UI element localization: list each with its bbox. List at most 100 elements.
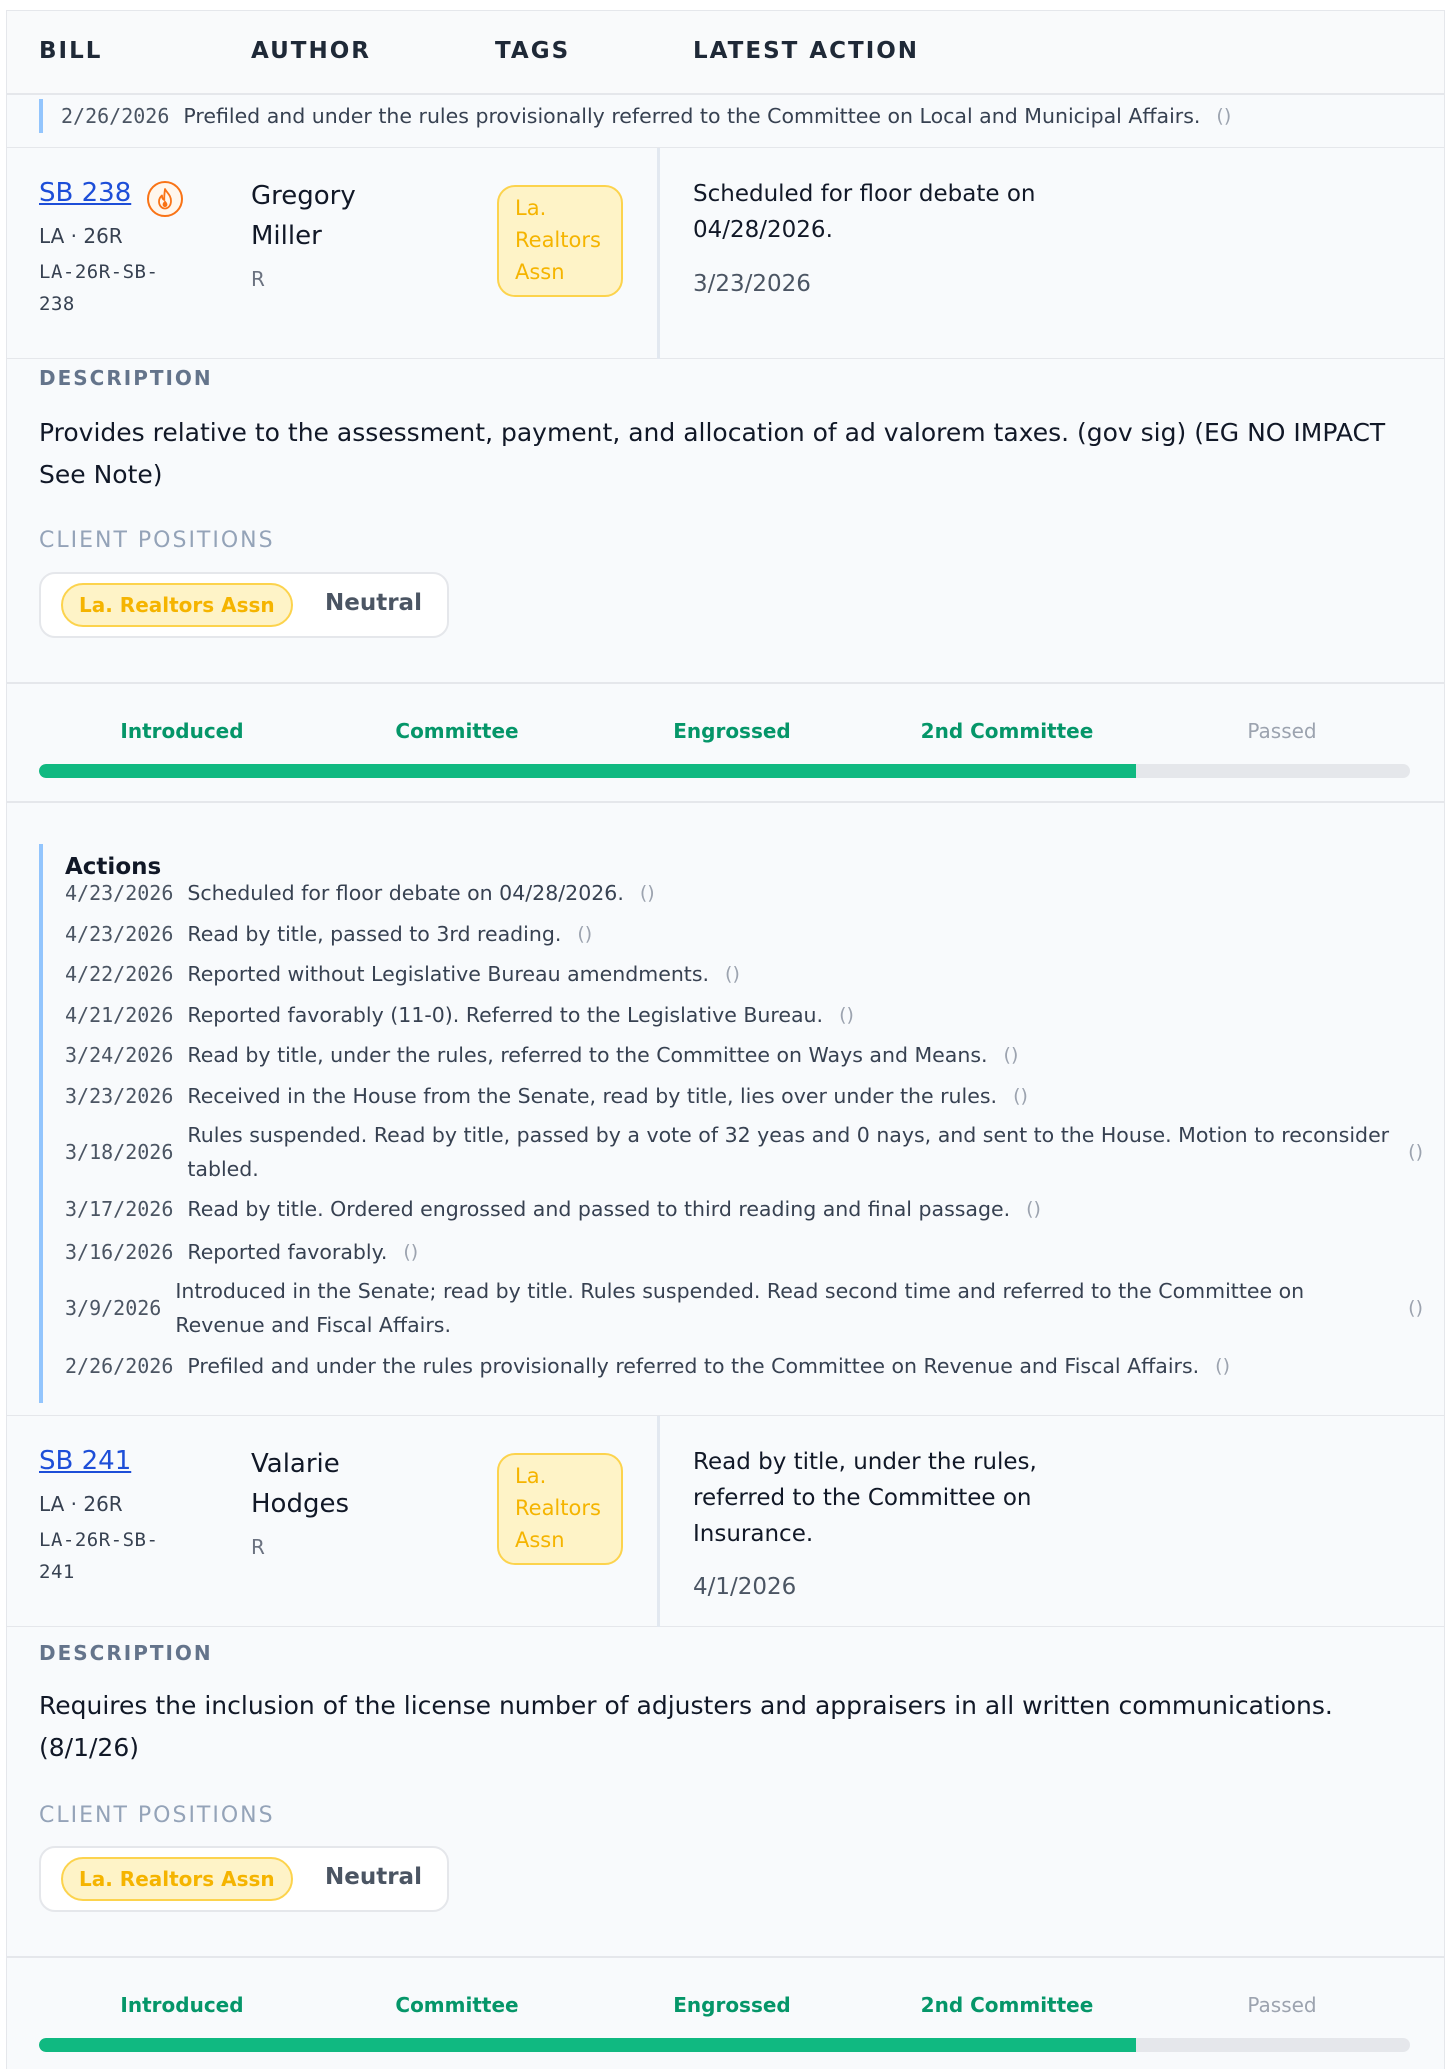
- action-text: Read by title, passed to 3rd reading.: [187, 922, 562, 946]
- action-text: Scheduled for floor debate on 04/28/2026…: [187, 881, 624, 905]
- client-name-badge[interactable]: La. Realtors Assn: [61, 583, 293, 627]
- action-text: Received in the House from the Senate, r…: [187, 1084, 998, 1108]
- bill-description: Provides relative to the assessment, pay…: [39, 418, 1386, 489]
- previous-action-item: 2/26/2026 Prefiled and under the rules p…: [39, 99, 1231, 133]
- column-divider: [657, 148, 660, 359]
- table-header: BILL AUTHOR TAGS LATEST ACTION: [7, 11, 1444, 95]
- bill-progress-tracker: Introduced Committee Engrossed 2nd Commi…: [7, 1956, 1444, 2069]
- action-date: 4/22/2026: [65, 962, 174, 986]
- stage-introduced: Introduced: [120, 719, 244, 743]
- action-date: 3/9/2026: [65, 1296, 162, 1320]
- action-date: 3/17/2026: [65, 1197, 174, 1221]
- author-party: R: [251, 1535, 265, 1559]
- latest-action-date: 3/23/2026: [693, 271, 811, 297]
- latest-action-text: Scheduled for floor debate on 04/28/2026…: [693, 181, 1036, 243]
- hot-bill-flame-icon: [147, 181, 183, 217]
- action-item: 4/22/2026 Reported without Legislative B…: [65, 957, 1423, 991]
- action-source-link[interactable]: (): [1215, 1355, 1230, 1377]
- action-text: Reported favorably (11-0). Referred to t…: [187, 1003, 824, 1027]
- column-header-bill[interactable]: BILL: [39, 38, 102, 64]
- action-date: 4/21/2026: [65, 1003, 174, 1027]
- action-source-link[interactable]: (): [1408, 1297, 1423, 1319]
- progress-fill: [39, 2038, 1136, 2052]
- action-date: 3/18/2026: [65, 1140, 174, 1164]
- tag-badge[interactable]: La. Realtors Assn: [497, 1453, 623, 1565]
- bill-table: BILL AUTHOR TAGS LATEST ACTION 2/26/2026…: [6, 10, 1445, 2069]
- action-item: 4/23/2026 Read by title, passed to 3rd r…: [65, 917, 1423, 951]
- action-text: Introduced in the Senate; read by title.…: [175, 1279, 1305, 1337]
- author-name[interactable]: Valarie Hodges: [251, 1444, 401, 1524]
- stage-second-committee: 2nd Committee: [920, 1993, 1094, 2017]
- client-position-value: Neutral: [325, 1864, 422, 1890]
- action-item: 4/21/2026 Reported favorably (11-0). Ref…: [65, 998, 1423, 1032]
- stage-introduced: Introduced: [120, 1993, 244, 2017]
- column-header-tags[interactable]: TAGS: [495, 38, 570, 64]
- action-text: Rules suspended. Read by title, passed b…: [187, 1123, 1390, 1181]
- progress-track: [39, 2038, 1410, 2052]
- latest-action-date: 4/1/2026: [693, 1574, 797, 1600]
- client-positions-label: CLIENT POSITIONS: [39, 1803, 275, 1828]
- stage-committee: Committee: [395, 1993, 519, 2017]
- action-item: 3/18/2026 Rules suspended. Read by title…: [65, 1118, 1423, 1186]
- description-label: DESCRIPTION: [39, 366, 213, 390]
- action-date: 4/23/2026: [65, 881, 174, 905]
- jurisdiction-session: LA · 26R: [39, 1492, 123, 1516]
- stage-second-committee: 2nd Committee: [920, 719, 1094, 743]
- action-item: 3/17/2026 Read by title. Ordered engross…: [65, 1192, 1423, 1226]
- action-text: Prefiled and under the rules provisional…: [187, 1354, 1200, 1378]
- column-header-latest-action[interactable]: LATEST ACTION: [693, 38, 919, 64]
- action-source-link[interactable]: (): [725, 963, 740, 985]
- latest-action-text: Read by title, under the rules, referred…: [693, 1449, 1037, 1547]
- stage-committee: Committee: [395, 719, 519, 743]
- client-position-card: La. Realtors Assn Neutral: [39, 1846, 449, 1912]
- bill-number-link[interactable]: SB 238: [39, 178, 131, 208]
- action-source-link[interactable]: (): [1004, 1044, 1019, 1066]
- stage-passed: Passed: [1247, 1993, 1317, 2017]
- action-item: 3/16/2026 Reported favorably. (): [65, 1235, 1423, 1269]
- actions-panel: Actions 4/23/2026 Scheduled for floor de…: [39, 844, 1423, 1403]
- column-divider: [657, 1416, 660, 1627]
- column-header-author[interactable]: AUTHOR: [251, 38, 371, 64]
- action-source-link[interactable]: (): [1408, 1141, 1423, 1163]
- description-label: DESCRIPTION: [39, 1641, 213, 1665]
- bill-identifier: LA-26R-SB-238: [39, 261, 159, 315]
- action-source-link[interactable]: (): [1013, 1085, 1028, 1107]
- author-party: R: [251, 267, 265, 291]
- stage-passed: Passed: [1247, 719, 1317, 743]
- bill-row[interactable]: SB 238 LA · 26R LA-26R-SB-238 Gregory Mi…: [7, 148, 1444, 359]
- action-date: 3/23/2026: [65, 1084, 174, 1108]
- bill-progress-tracker: Introduced Committee Engrossed 2nd Commi…: [7, 682, 1444, 803]
- bill-description: Requires the inclusion of the license nu…: [39, 1691, 1333, 1762]
- action-date: 4/23/2026: [65, 922, 174, 946]
- author-name[interactable]: Gregory Miller: [251, 176, 401, 256]
- jurisdiction-session: LA · 26R: [39, 224, 123, 248]
- bill-row[interactable]: SB 241 LA · 26R LA-26R-SB-241 Valarie Ho…: [7, 1416, 1444, 1627]
- action-text: Read by title, under the rules, referred…: [187, 1043, 988, 1067]
- action-item: 3/9/2026 Introduced in the Senate; read …: [65, 1274, 1423, 1342]
- client-name-badge[interactable]: La. Realtors Assn: [61, 1857, 293, 1901]
- action-source-link[interactable]: (): [1026, 1198, 1041, 1220]
- client-positions-label: CLIENT POSITIONS: [39, 528, 275, 553]
- client-position-value: Neutral: [325, 590, 422, 616]
- bill-number-link[interactable]: SB 241: [39, 1446, 131, 1476]
- stage-engrossed: Engrossed: [673, 719, 791, 743]
- action-item: 4/23/2026 Scheduled for floor debate on …: [65, 876, 1423, 910]
- action-text: Prefiled and under the rules provisional…: [183, 104, 1201, 128]
- action-item: 2/26/2026 Prefiled and under the rules p…: [65, 1349, 1423, 1383]
- action-source-link[interactable]: (): [640, 882, 655, 904]
- action-text: Read by title. Ordered engrossed and pas…: [187, 1197, 1011, 1221]
- progress-track: [39, 764, 1410, 778]
- action-source-link[interactable]: (): [1216, 105, 1231, 127]
- action-text: Reported favorably.: [187, 1240, 388, 1264]
- action-source-link[interactable]: (): [577, 923, 592, 945]
- progress-fill: [39, 764, 1136, 778]
- action-source-link[interactable]: (): [403, 1241, 418, 1263]
- action-text: Reported without Legislative Bureau amen…: [187, 962, 710, 986]
- action-date: 3/24/2026: [65, 1043, 174, 1067]
- action-item: 3/24/2026 Read by title, under the rules…: [65, 1038, 1423, 1072]
- tag-badge[interactable]: La. Realtors Assn: [497, 185, 623, 297]
- action-date: 3/16/2026: [65, 1240, 174, 1264]
- action-source-link[interactable]: (): [839, 1004, 854, 1026]
- stage-engrossed: Engrossed: [673, 1993, 791, 2017]
- action-date: 2/26/2026: [61, 104, 170, 128]
